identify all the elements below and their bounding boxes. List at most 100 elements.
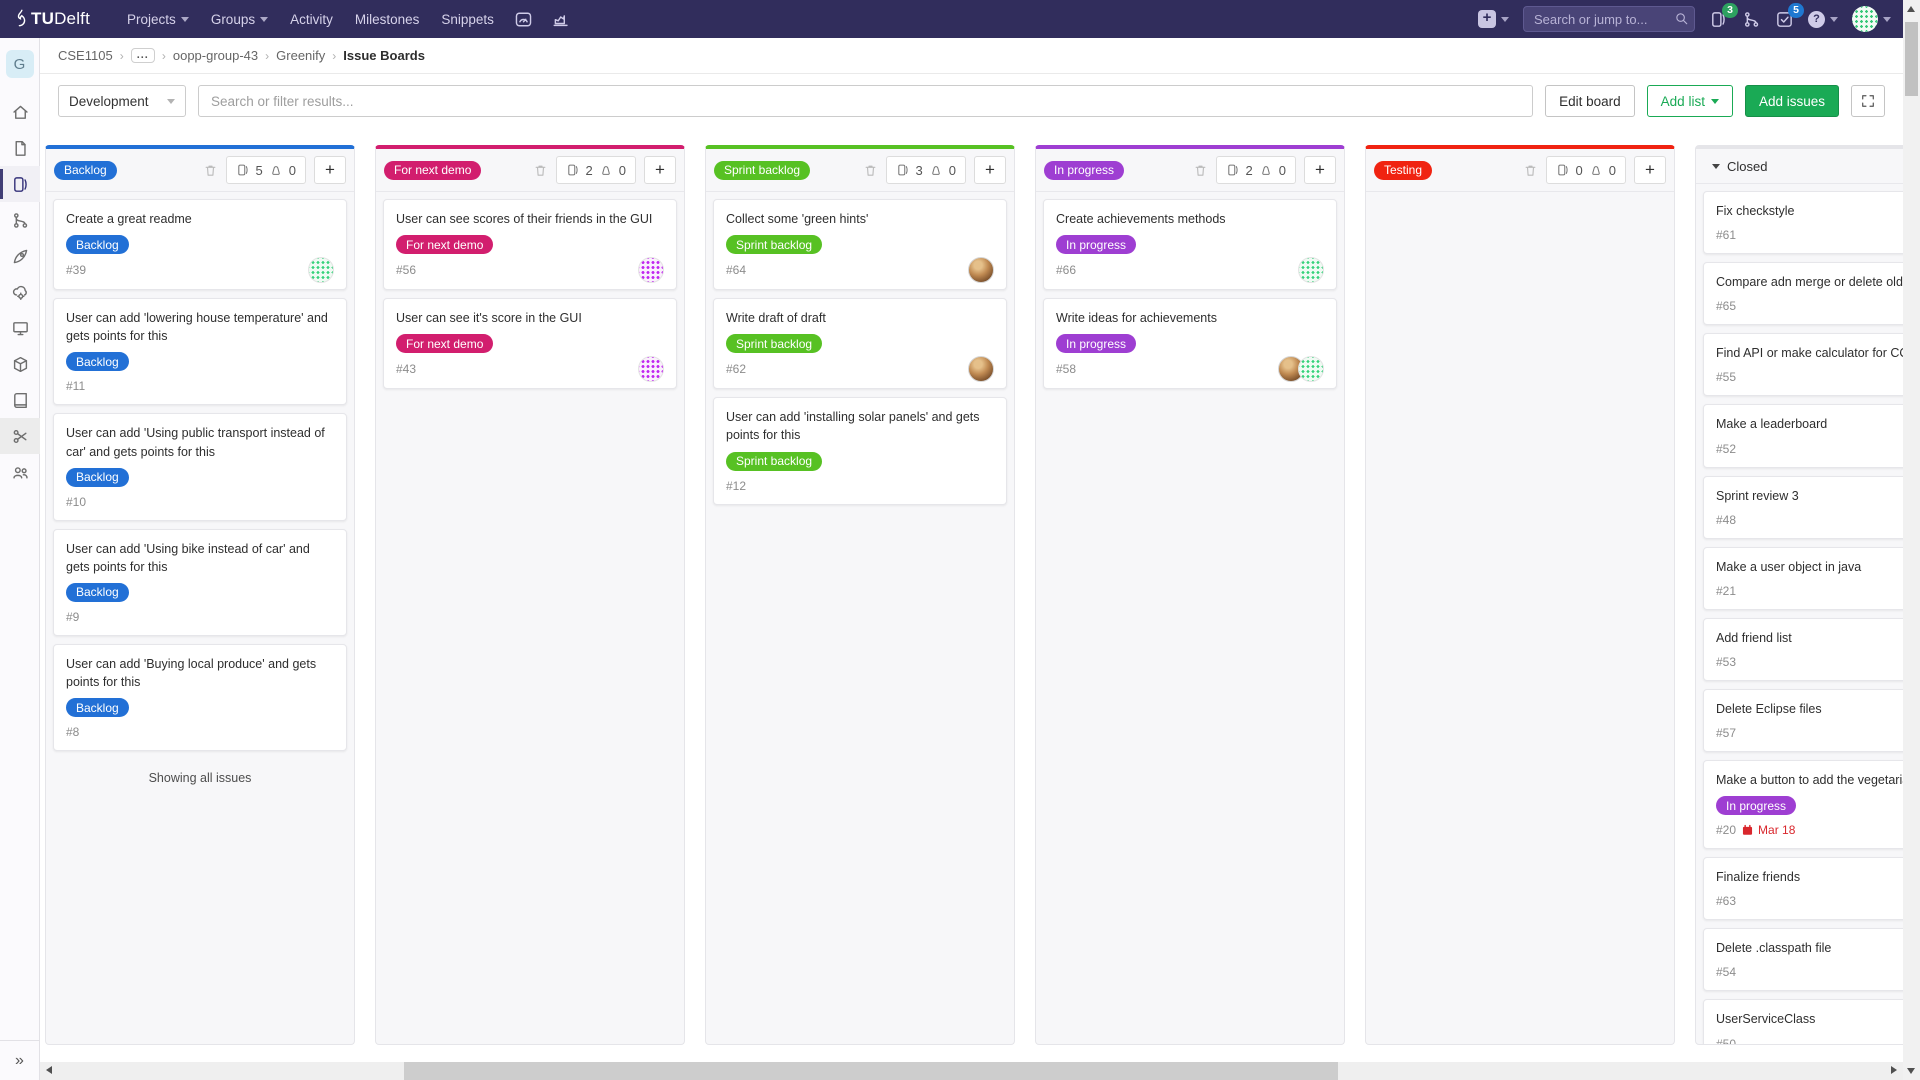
issues-icon[interactable]: 3: [1709, 10, 1728, 29]
delete-list-icon[interactable]: [533, 163, 548, 178]
sidebar-item-wiki[interactable]: [0, 382, 40, 418]
search-input[interactable]: [1523, 6, 1695, 32]
chart-icon[interactable]: [542, 10, 579, 29]
issue-card[interactable]: User can add 'Using bike instead of car'…: [53, 529, 347, 636]
add-issue-to-list-button[interactable]: +: [974, 156, 1006, 184]
issue-card[interactable]: Make a user object in java#21: [1703, 547, 1903, 610]
issue-title[interactable]: UserServiceClass: [1716, 1010, 1903, 1028]
issue-card[interactable]: Collect some 'green hints'Sprint backlog…: [713, 199, 1007, 290]
issue-title[interactable]: User can add 'Buying local produce' and …: [66, 655, 334, 691]
issue-title[interactable]: Create achievements methods: [1056, 210, 1324, 228]
sidebar-item-operations[interactable]: [0, 274, 40, 310]
delete-list-icon[interactable]: [1193, 163, 1208, 178]
closed-column-header[interactable]: Closed: [1696, 149, 1903, 183]
sidebar-item-home[interactable]: [0, 94, 40, 130]
column-label-pill[interactable]: Sprint backlog: [714, 161, 810, 180]
issue-title[interactable]: Compare adn merge or delete old b: [1716, 273, 1903, 291]
issue-card[interactable]: Delete .classpath file#54: [1703, 928, 1903, 991]
user-menu[interactable]: [1852, 6, 1891, 32]
issue-card[interactable]: Make a button to add the vegetarian In pr…: [1703, 760, 1903, 849]
vertical-scroll-thumb[interactable]: [1905, 22, 1918, 96]
issue-card[interactable]: Create a great readmeBacklog#39: [53, 199, 347, 290]
breadcrumb-item[interactable]: oopp-group-43: [173, 48, 258, 63]
issue-card[interactable]: User can see it's score in the GUIFor ne…: [383, 298, 677, 389]
sidebar-item-packages[interactable]: [0, 346, 40, 382]
issue-label-pill[interactable]: In progress: [1716, 796, 1796, 815]
issue-title[interactable]: User can see scores of their friends in …: [396, 210, 664, 228]
issue-title[interactable]: User can add 'Using public transport ins…: [66, 424, 334, 460]
issue-card[interactable]: Compare adn merge or delete old b#65: [1703, 262, 1903, 325]
tudelft-logo[interactable]: TUDelft: [12, 9, 90, 29]
issue-label-pill[interactable]: Backlog: [66, 698, 129, 717]
issue-card[interactable]: Delete Eclipse files#57: [1703, 689, 1903, 752]
add-list-button[interactable]: Add list: [1647, 85, 1733, 117]
issue-card[interactable]: Sprint review 3#48: [1703, 476, 1903, 539]
vertical-scrollbar[interactable]: [1903, 0, 1920, 1062]
add-issue-to-list-button[interactable]: +: [1634, 156, 1666, 184]
sidebar-item-monitor[interactable]: [0, 310, 40, 346]
filter-input[interactable]: [198, 85, 1533, 117]
issue-card[interactable]: User can add 'lowering house temperature…: [53, 298, 347, 405]
fullscreen-button[interactable]: [1851, 85, 1885, 117]
issue-card[interactable]: Fix checkstyle#61: [1703, 191, 1903, 254]
issue-title[interactable]: User can see it's score in the GUI: [396, 309, 664, 327]
issue-title[interactable]: Add friend list: [1716, 629, 1903, 647]
issue-title[interactable]: Write ideas for achievements: [1056, 309, 1324, 327]
assignee-avatar[interactable]: [638, 356, 664, 382]
issue-card[interactable]: User can see scores of their friends in …: [383, 199, 677, 290]
horizontal-scroll-thumb[interactable]: [404, 1062, 1338, 1080]
issue-card[interactable]: Finalize friends#63: [1703, 857, 1903, 920]
breadcrumb-item[interactable]: CSE1105: [58, 48, 113, 63]
todos-icon[interactable]: 5: [1775, 10, 1794, 29]
issue-label-pill[interactable]: Backlog: [66, 583, 129, 602]
issue-label-pill[interactable]: For next demo: [396, 235, 493, 254]
delete-list-icon[interactable]: [863, 163, 878, 178]
issue-title[interactable]: Make a button to add the vegetarian: [1716, 771, 1903, 789]
issue-title[interactable]: Fix checkstyle: [1716, 202, 1903, 220]
sidebar-item-members[interactable]: [0, 454, 40, 490]
issue-label-pill[interactable]: In progress: [1056, 334, 1136, 353]
issue-title[interactable]: Delete .classpath file: [1716, 939, 1903, 957]
add-issues-button[interactable]: Add issues: [1745, 85, 1839, 117]
assignee-avatar[interactable]: [1298, 257, 1324, 283]
assignee-avatar[interactable]: [968, 257, 994, 283]
issue-title[interactable]: Finalize friends: [1716, 868, 1903, 886]
issue-title[interactable]: Make a user object in java: [1716, 558, 1903, 576]
help-menu[interactable]: ?: [1808, 11, 1838, 28]
edit-board-button[interactable]: Edit board: [1545, 85, 1635, 117]
nav-link-snippets[interactable]: Snippets: [430, 0, 505, 38]
sidebar-item-snippets[interactable]: [0, 418, 40, 454]
issue-label-pill[interactable]: Sprint backlog: [726, 452, 822, 471]
assignee-avatar[interactable]: [638, 257, 664, 283]
issue-label-pill[interactable]: Backlog: [66, 235, 129, 254]
issue-title[interactable]: Sprint review 3: [1716, 487, 1903, 505]
merge-requests-icon[interactable]: [1742, 10, 1761, 29]
scrollbar-corner[interactable]: [1903, 1062, 1920, 1080]
issue-card[interactable]: User can add 'installing solar panels' a…: [713, 397, 1007, 504]
sidebar-item-files[interactable]: [0, 130, 40, 166]
issue-card[interactable]: Write ideas for achievementsIn progress#…: [1043, 298, 1337, 389]
issue-card[interactable]: User can add 'Buying local produce' and …: [53, 644, 347, 751]
issue-label-pill[interactable]: Backlog: [66, 352, 129, 371]
new-menu[interactable]: +: [1478, 10, 1509, 28]
column-label-pill[interactable]: In progress: [1044, 161, 1124, 180]
issue-title[interactable]: Find API or make calculator for CO2: [1716, 344, 1903, 362]
issue-card[interactable]: Add friend list#53: [1703, 618, 1903, 681]
issue-title[interactable]: User can add 'installing solar panels' a…: [726, 408, 994, 444]
sidebar-item-rocket[interactable]: [0, 238, 40, 274]
issue-title[interactable]: Create a great readme: [66, 210, 334, 228]
nav-link-groups[interactable]: Groups: [200, 0, 279, 38]
nav-link-milestones[interactable]: Milestones: [344, 0, 431, 38]
add-issue-to-list-button[interactable]: +: [314, 156, 346, 184]
breadcrumb-ellipsis[interactable]: ...: [131, 48, 155, 63]
assignee-avatar[interactable]: [1298, 356, 1324, 382]
issue-title[interactable]: User can add 'lowering house temperature…: [66, 309, 334, 345]
nav-link-projects[interactable]: Projects: [116, 0, 200, 38]
issue-title[interactable]: User can add 'Using bike instead of car'…: [66, 540, 334, 576]
issue-title[interactable]: Delete Eclipse files: [1716, 700, 1903, 718]
issue-label-pill[interactable]: In progress: [1056, 235, 1136, 254]
issue-card[interactable]: User can add 'Using public transport ins…: [53, 413, 347, 520]
issue-title[interactable]: Make a leaderboard: [1716, 415, 1903, 433]
issue-card[interactable]: UserServiceClass#50: [1703, 999, 1903, 1044]
assignee-avatar[interactable]: [968, 356, 994, 382]
